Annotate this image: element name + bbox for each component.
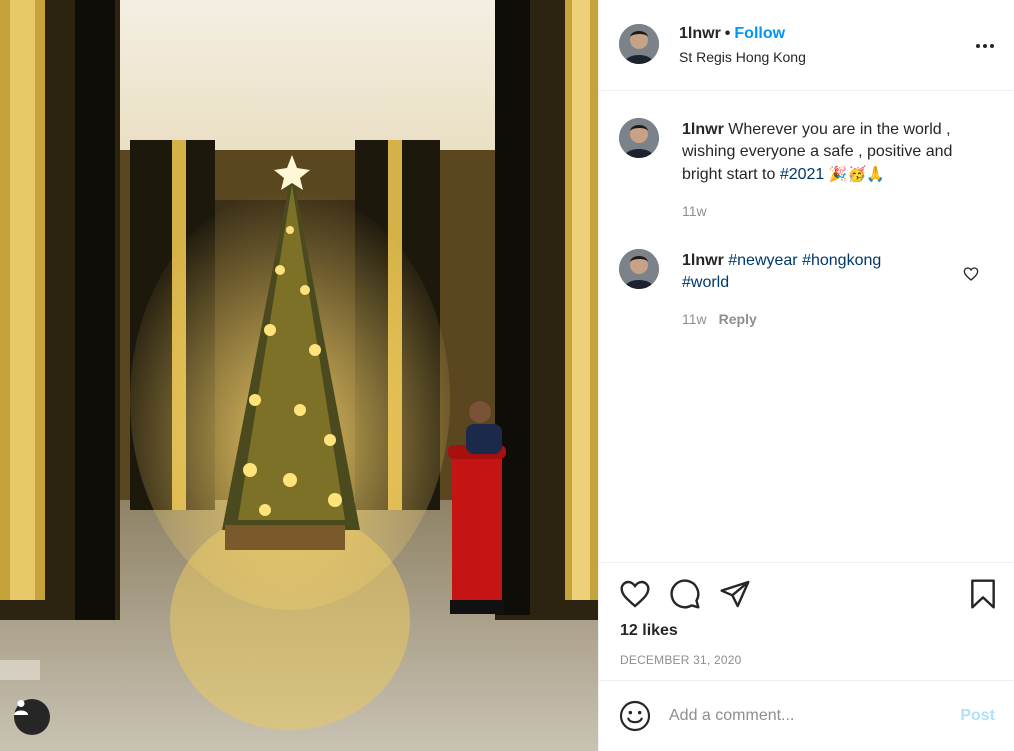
- hashtag-link[interactable]: #2021: [780, 166, 825, 183]
- location-link[interactable]: St Regis Hong Kong: [679, 49, 806, 65]
- person-icon: [14, 700, 28, 715]
- smiley-icon[interactable]: [619, 700, 651, 732]
- user-tag-button[interactable]: [14, 699, 50, 735]
- caption-text: 1lnwr Wherever you are in the world , wi…: [682, 119, 982, 186]
- follow-button[interactable]: Follow: [734, 25, 785, 42]
- hashtag-link[interactable]: #hongkong: [802, 252, 881, 269]
- paper-plane-icon[interactable]: [719, 578, 751, 610]
- post-photo[interactable]: [0, 0, 598, 751]
- comment-text: 1lnwr #newyear #hongkong #world: [682, 250, 922, 294]
- comment-meta: 11w Reply: [682, 311, 757, 327]
- post-side-panel: 1lnwr • Follow St Regis Hong Kong 1lnwr Wh…: [598, 0, 1014, 751]
- speech-bubble-icon[interactable]: [669, 578, 701, 610]
- author-username[interactable]: 1lnwr: [679, 25, 721, 42]
- heart-icon[interactable]: [619, 578, 651, 610]
- hashtag-link[interactable]: #newyear: [728, 252, 797, 269]
- hashtag-link[interactable]: #world: [682, 274, 729, 291]
- post-comment-button[interactable]: Post: [960, 707, 995, 725]
- add-comment-bar: Post: [599, 680, 1014, 751]
- comment-age: 11w: [682, 311, 707, 327]
- separator-dot: •: [724, 25, 731, 42]
- post-actions: 12 likes DECEMBER 31, 2020: [599, 562, 1014, 680]
- comment-avatar[interactable]: [619, 249, 659, 289]
- post-header: 1lnwr • Follow St Regis Hong Kong: [599, 0, 1014, 91]
- likes-count[interactable]: 12 likes: [620, 622, 678, 640]
- comment-like-heart-icon[interactable]: [963, 266, 979, 282]
- bookmark-icon[interactable]: [967, 578, 999, 610]
- caption-emojis: 🎉🥳🙏: [828, 165, 885, 183]
- hotel-lobby-christmas-tree-image: [0, 0, 598, 751]
- comments-section: 1lnwr Wherever you are in the world , wi…: [599, 92, 1014, 562]
- caption-avatar[interactable]: [619, 118, 659, 158]
- caption-username[interactable]: 1lnwr: [682, 121, 724, 138]
- comment-username[interactable]: 1lnwr: [682, 252, 724, 269]
- author-avatar[interactable]: [619, 24, 659, 64]
- author-line: 1lnwr • Follow: [679, 25, 785, 43]
- reply-button[interactable]: Reply: [719, 311, 757, 327]
- comment-input[interactable]: [669, 703, 939, 729]
- more-options-icon[interactable]: [975, 36, 995, 56]
- post-date: DECEMBER 31, 2020: [620, 653, 742, 667]
- caption-age: 11w: [682, 203, 707, 219]
